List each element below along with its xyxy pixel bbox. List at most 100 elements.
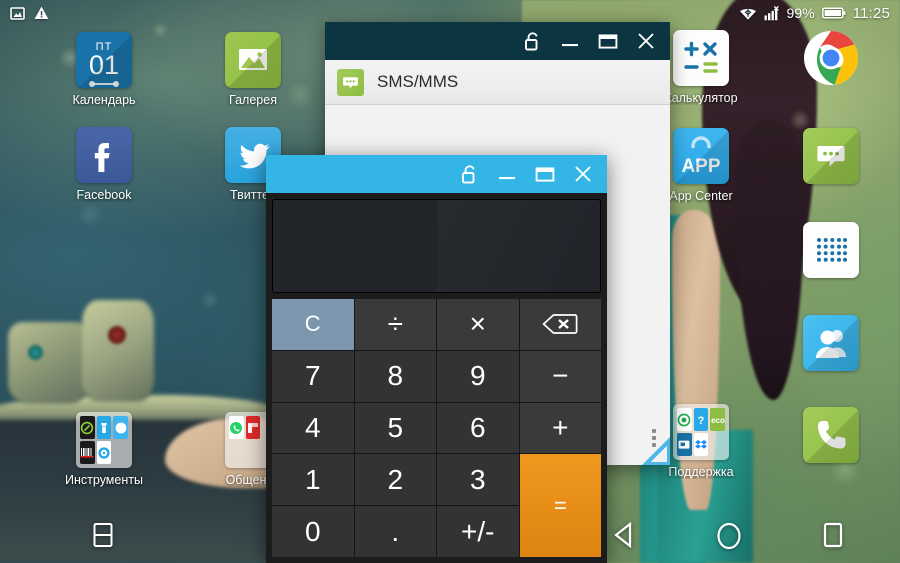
back-icon[interactable]	[612, 522, 636, 550]
key-minus[interactable]: −	[519, 350, 601, 402]
calculator-icon	[673, 30, 729, 86]
svg-text:eco: eco	[711, 416, 725, 425]
split-screen-icon[interactable]	[92, 522, 114, 548]
key-sign[interactable]: +/-	[437, 506, 519, 557]
key-divide-label: ÷	[387, 308, 403, 340]
maximize-icon[interactable]	[598, 31, 618, 51]
key-7-label: 7	[304, 360, 321, 392]
key-equals-label: =	[553, 492, 567, 518]
mini-icon-remote	[677, 433, 692, 456]
desktop-icon-app-drawer[interactable]	[789, 222, 873, 283]
unlock-icon[interactable]	[460, 164, 479, 185]
app-center-icon: APP	[673, 128, 729, 184]
facebook-icon	[76, 127, 132, 183]
key-sign-label: +/-	[461, 515, 495, 547]
key-2[interactable]: 2	[354, 454, 436, 506]
folder-preview: ? eco	[673, 404, 729, 460]
key-6-label: 6	[469, 411, 486, 443]
key-multiply-label: ×	[469, 308, 486, 340]
mini-icon-compass-dark	[80, 416, 95, 439]
sms-icon	[803, 128, 859, 184]
gallery-icon	[225, 32, 281, 88]
key-8-label: 8	[387, 360, 404, 392]
key-1-label: 1	[304, 463, 321, 495]
svg-text:?: ?	[698, 415, 705, 427]
desktop-icon-sms[interactable]	[789, 128, 873, 189]
mini-icon-barcode	[80, 441, 95, 464]
desktop-icon-phone[interactable]	[789, 407, 873, 468]
window-resize-handle[interactable]	[642, 437, 670, 465]
calculator-display[interactable]	[272, 199, 601, 293]
minimize-icon[interactable]	[497, 164, 517, 184]
desktop-folder-tools[interactable]: Инструменты	[62, 412, 146, 487]
sms-app-title: SMS/MMS	[377, 72, 459, 91]
desktop-icon-facebook[interactable]: Facebook	[62, 127, 146, 202]
unlock-icon[interactable]	[523, 31, 542, 52]
calculator-window[interactable]: C ÷ × 7 8 9 − 4 5 6 +1 2 3 = 0. +/-	[266, 155, 607, 563]
desktop-icon-calculator[interactable]: Калькулятор	[659, 30, 743, 105]
cell-signal-no-sim-icon	[764, 5, 780, 21]
key-9[interactable]: 9	[437, 350, 519, 402]
key-equals[interactable]: =	[519, 454, 601, 557]
mini-icon-dropbox	[693, 433, 709, 456]
key-4[interactable]: 4	[272, 402, 354, 454]
key-0[interactable]: 0	[272, 506, 354, 557]
contacts-icon	[803, 315, 859, 371]
desktop-icon-calendar[interactable]: ПТ 01 Календарь	[62, 32, 146, 107]
screenshot-icon	[10, 6, 25, 21]
battery-percent: 99%	[786, 5, 815, 21]
key-backspace[interactable]	[519, 299, 601, 350]
desktop-folder-label: Поддержка	[668, 465, 734, 479]
desktop-icon-label: Галерея	[229, 93, 277, 107]
close-icon[interactable]	[573, 164, 593, 184]
key-3[interactable]: 3	[437, 454, 519, 506]
key-multiply[interactable]: ×	[437, 299, 519, 350]
folder-preview	[76, 412, 132, 468]
desktop-icon-label: App Center	[669, 189, 733, 203]
status-bar[interactable]: 99% 11:25	[0, 0, 900, 26]
calculator-window-titlebar[interactable]	[266, 155, 607, 193]
recents-icon[interactable]	[822, 522, 844, 550]
key-clear-label: C	[304, 311, 321, 337]
mini-icon-eco: eco	[710, 408, 725, 431]
key-clear[interactable]: C	[272, 299, 354, 350]
mini-icon-settings	[96, 441, 112, 464]
desktop-folder-label: Инструменты	[65, 473, 143, 487]
key-plus[interactable]: +	[519, 402, 601, 454]
phone-icon	[803, 407, 859, 463]
desktop-icon-gallery[interactable]: Галерея	[211, 32, 295, 107]
key-5[interactable]: 5	[354, 402, 436, 454]
calculator-body: C ÷ × 7 8 9 − 4 5 6 +1 2 3 = 0. +/-	[266, 193, 607, 563]
key-0-label: 0	[304, 515, 321, 547]
calculator-keypad[interactable]: C ÷ × 7 8 9 − 4 5 6 +1 2 3 = 0. +/-	[272, 299, 601, 557]
minimize-icon[interactable]	[560, 31, 580, 51]
key-3-label: 3	[469, 463, 486, 495]
desktop-icon-label: Facebook	[76, 188, 132, 202]
key-6[interactable]: 6	[437, 402, 519, 454]
calendar-day-number: 01	[88, 51, 120, 87]
key-4-label: 4	[304, 411, 321, 443]
mini-icon-flashlight	[96, 416, 112, 439]
chrome-icon	[803, 30, 859, 86]
desktop-icon-app-center[interactable]: APP App Center	[659, 128, 743, 203]
key-1[interactable]: 1	[272, 454, 354, 506]
key-plus-label: +	[552, 411, 569, 443]
home-icon[interactable]	[716, 522, 742, 550]
maximize-icon[interactable]	[535, 164, 555, 184]
mini-icon-help: ?	[693, 408, 709, 431]
key-decimal[interactable]: .	[354, 506, 436, 557]
key-divide[interactable]: ÷	[354, 299, 436, 350]
desktop-icon-chrome[interactable]	[789, 30, 873, 91]
desktop-icon-label: Календарь	[72, 93, 136, 107]
key-minus-label: −	[552, 360, 569, 392]
key-8[interactable]: 8	[354, 350, 436, 402]
desktop-icon-contacts[interactable]	[789, 315, 873, 376]
desktop-folder-support[interactable]: ? eco Поддержка	[659, 404, 743, 479]
overflow-menu-icon[interactable]	[652, 429, 656, 447]
key-7[interactable]: 7	[272, 350, 354, 402]
key-9-label: 9	[469, 360, 486, 392]
sms-app-icon	[337, 68, 364, 96]
sms-window-titlebar[interactable]	[325, 22, 670, 60]
close-icon[interactable]	[636, 31, 656, 51]
key-5-label: 5	[387, 411, 404, 443]
